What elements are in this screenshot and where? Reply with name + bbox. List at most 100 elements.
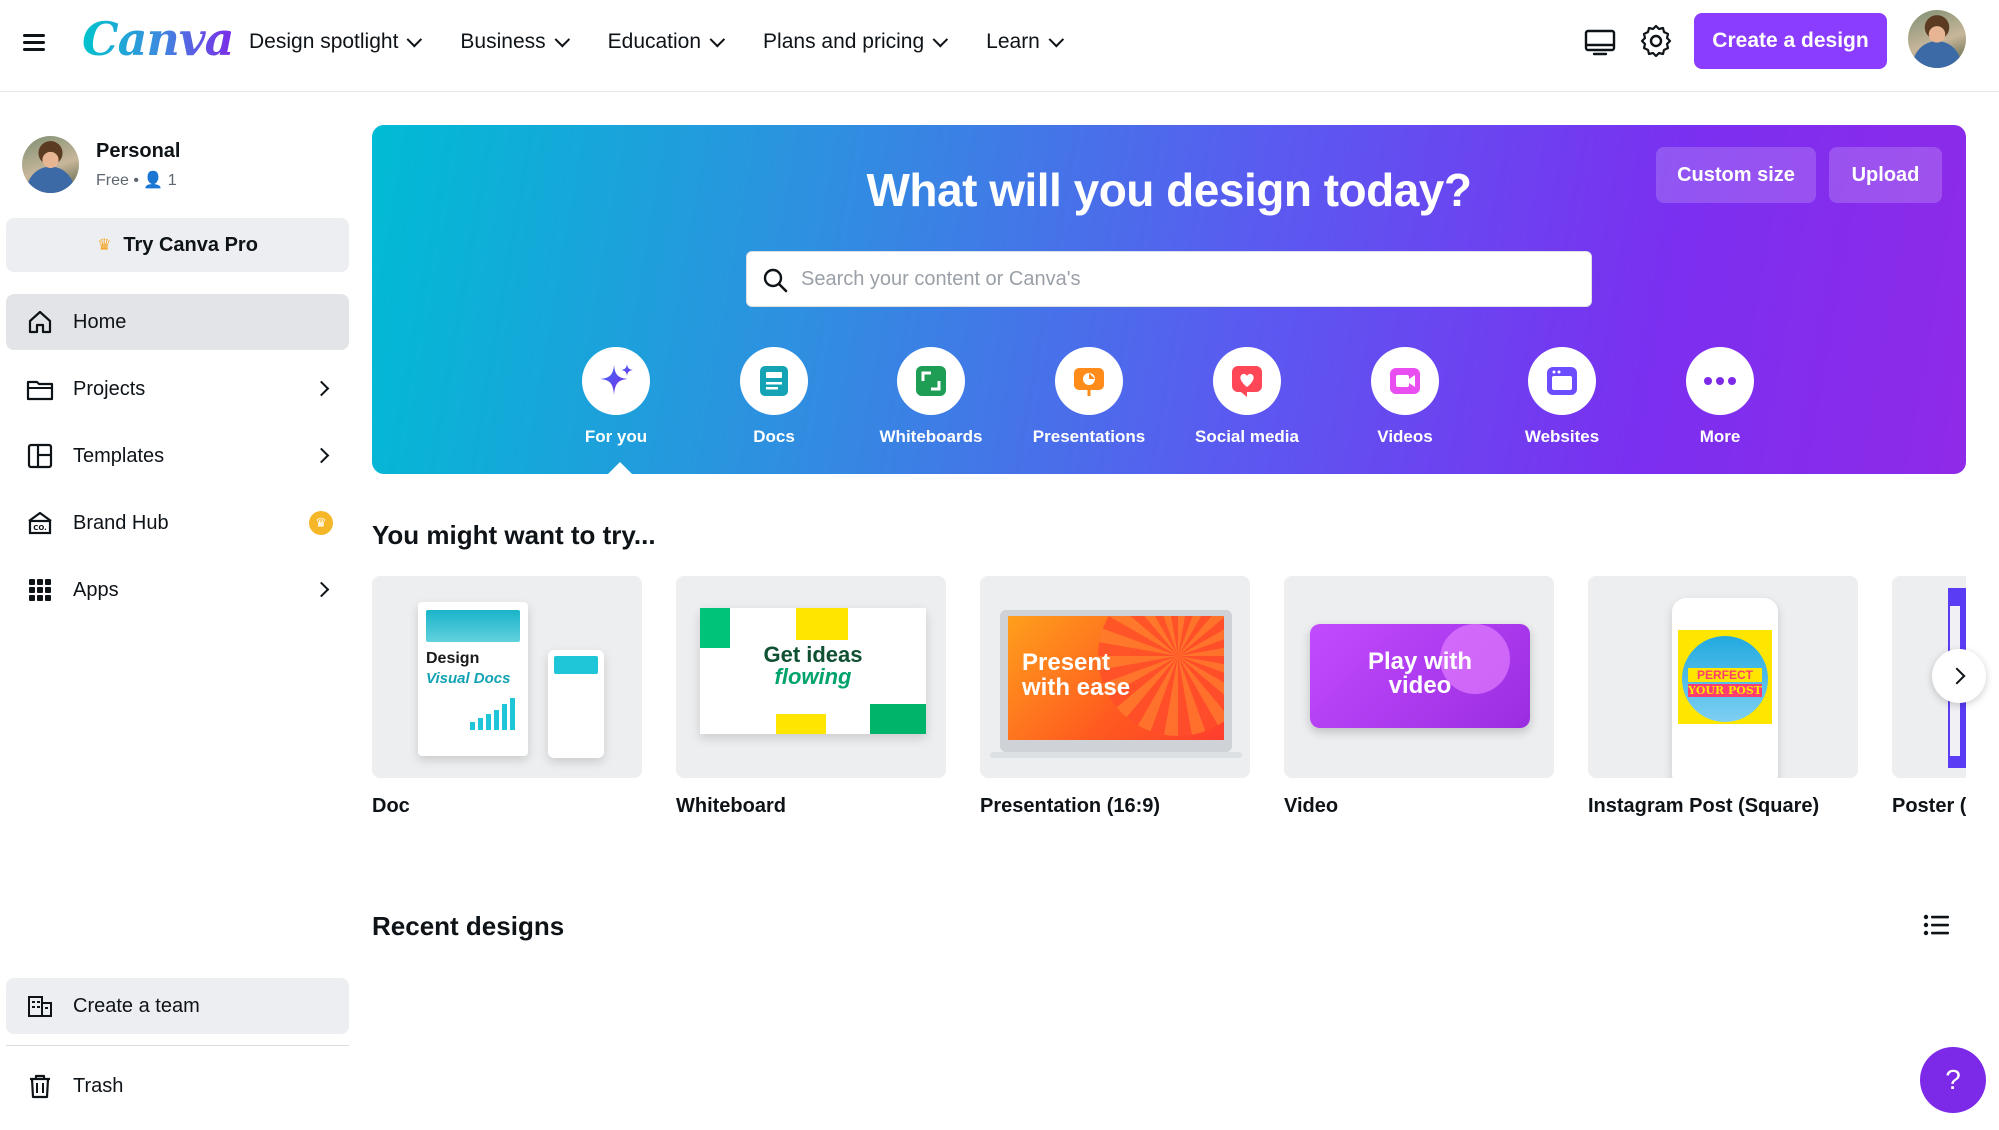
category-label: Social media bbox=[1195, 427, 1299, 446]
chevron-right-icon bbox=[313, 581, 330, 598]
sidebar-item-label: Home bbox=[73, 310, 127, 333]
nav-item-label: Business bbox=[460, 30, 546, 53]
chevron-right-icon bbox=[313, 380, 330, 397]
profile-plan: Free • 👤 1 bbox=[96, 172, 177, 189]
category-videos[interactable]: Videos bbox=[1335, 347, 1475, 447]
carousel-next-button[interactable] bbox=[1932, 649, 1986, 703]
nav-item-label: Plans and pricing bbox=[763, 30, 925, 53]
category-social-media[interactable]: Social media bbox=[1177, 347, 1317, 447]
card-label: Instagram Post (Square) bbox=[1588, 795, 1820, 817]
card-label: Whiteboard bbox=[676, 795, 786, 817]
nav-item-label: Learn bbox=[986, 30, 1040, 53]
active-category-indicator bbox=[608, 462, 632, 474]
folder-icon bbox=[26, 380, 54, 401]
card-presentation[interactable]: Present with ease Presentation (16:9) bbox=[980, 576, 1250, 818]
home-icon bbox=[28, 310, 52, 334]
apps-grid-icon bbox=[29, 579, 51, 601]
custom-size-button[interactable]: Custom size bbox=[1656, 147, 1816, 203]
category-label: For you bbox=[584, 427, 648, 446]
sidebar-item-templates[interactable]: Templates bbox=[6, 428, 349, 484]
team-building-icon bbox=[28, 996, 52, 1017]
sidebar-item-home[interactable]: Home bbox=[6, 294, 349, 350]
crown-icon: ♛ bbox=[97, 237, 112, 254]
card-art-subtitle: YOUR POST bbox=[1688, 684, 1762, 697]
card-video[interactable]: Play with video Video bbox=[1284, 576, 1554, 818]
try-section-title: You might want to try... bbox=[372, 520, 656, 550]
sidebar-item-projects[interactable]: Projects bbox=[6, 361, 349, 417]
svg-text:CO.: CO. bbox=[33, 524, 47, 532]
create-team-label: Create a team bbox=[73, 994, 200, 1017]
profile-name: Personal bbox=[96, 140, 181, 162]
nav-education[interactable]: Education bbox=[607, 30, 726, 54]
top-navbar: Canva Design spotlight Business Educatio… bbox=[0, 0, 1999, 92]
sidebar-item-trash[interactable]: Trash bbox=[6, 1058, 349, 1114]
category-label: Docs bbox=[753, 427, 795, 446]
card-art-subtitle: with ease bbox=[1022, 674, 1131, 701]
profile-switcher[interactable]: Personal Free • 👤 1 bbox=[22, 136, 342, 196]
card-art-title: Play with bbox=[1367, 648, 1473, 675]
avatar bbox=[22, 136, 79, 193]
category-label: Videos bbox=[1377, 427, 1433, 446]
avatar[interactable] bbox=[1908, 10, 1966, 68]
brand-hub-icon: CO. bbox=[28, 511, 52, 535]
card-art-title: Get ideas bbox=[763, 642, 863, 667]
nav-design-spotlight[interactable]: Design spotlight bbox=[249, 30, 423, 54]
category-more[interactable]: More bbox=[1650, 347, 1790, 447]
canva-logo[interactable]: Canva bbox=[82, 12, 234, 66]
card-art-title: Present bbox=[1022, 649, 1111, 676]
nav-plans-pricing[interactable]: Plans and pricing bbox=[763, 30, 949, 54]
category-for-you[interactable]: For you bbox=[546, 347, 686, 447]
nav-item-label: Education bbox=[607, 30, 702, 53]
category-label: Websites bbox=[1524, 427, 1600, 446]
nav-learn[interactable]: Learn bbox=[986, 30, 1064, 54]
help-button[interactable]: ? bbox=[1920, 1047, 1986, 1113]
category-docs[interactable]: Docs bbox=[704, 347, 844, 447]
sidebar-item-label: Brand Hub bbox=[73, 511, 169, 534]
heart-icon bbox=[1213, 347, 1281, 415]
crown-badge-icon: ♛ bbox=[309, 511, 333, 535]
menu-icon[interactable] bbox=[18, 26, 50, 58]
card-art-subtitle: video bbox=[1388, 672, 1452, 699]
category-label: Whiteboards bbox=[879, 427, 983, 446]
hero-banner: What will you design today? Custom size … bbox=[372, 125, 1966, 474]
desktop-app-icon[interactable] bbox=[1580, 22, 1620, 62]
category-label: More bbox=[1699, 427, 1741, 446]
card-art-subtitle: Visual Docs bbox=[426, 670, 511, 687]
card-thumbnail: Get ideas flowing bbox=[676, 576, 946, 778]
card-whiteboard[interactable]: Get ideas flowing Whiteboard bbox=[676, 576, 946, 818]
whiteboard-icon bbox=[897, 347, 965, 415]
category-whiteboards[interactable]: Whiteboards bbox=[861, 347, 1001, 447]
sidebar-item-apps[interactable]: Apps bbox=[6, 562, 349, 618]
category-presentations[interactable]: Presentations bbox=[1019, 347, 1159, 447]
card-art-title: PERFECT bbox=[1688, 668, 1762, 682]
presentation-icon bbox=[1055, 347, 1123, 415]
card-instagram-post[interactable]: PERFECT YOUR POST Instagram Post (Square… bbox=[1588, 576, 1858, 818]
gear-icon[interactable] bbox=[1636, 21, 1676, 61]
create-design-button[interactable]: Create a design bbox=[1694, 13, 1887, 69]
list-view-icon[interactable] bbox=[1920, 910, 1954, 944]
trash-icon bbox=[30, 1074, 50, 1099]
search-input[interactable] bbox=[801, 252, 1581, 306]
chevron-down-icon bbox=[932, 31, 949, 47]
chevron-down-icon bbox=[406, 31, 423, 47]
card-doc[interactable]: Design Visual Docs Doc bbox=[372, 576, 642, 818]
upload-button[interactable]: Upload bbox=[1829, 147, 1942, 203]
nav-item-label: Design spotlight bbox=[249, 30, 399, 53]
card-art-subtitle: flowing bbox=[774, 664, 852, 689]
card-art-title: Design bbox=[426, 650, 480, 667]
card-thumbnail: Present with ease bbox=[980, 576, 1250, 778]
search-bar bbox=[746, 251, 1592, 307]
nav-business[interactable]: Business bbox=[460, 30, 570, 54]
sidebar: Personal Free • 👤 1 ♛ Try Canva Pro Home… bbox=[0, 92, 356, 1130]
category-websites[interactable]: Websites bbox=[1492, 347, 1632, 447]
suggestion-cards: Design Visual Docs Doc Get ideas flowing bbox=[372, 576, 1966, 826]
category-label: Presentations bbox=[1032, 427, 1146, 446]
nav-menu: Design spotlight Business Education Plan… bbox=[249, 26, 1064, 58]
create-team-button[interactable]: Create a team bbox=[6, 978, 349, 1034]
chevron-right-icon bbox=[1948, 667, 1965, 685]
sidebar-item-brand-hub[interactable]: CO. Brand Hub ♛ bbox=[6, 495, 349, 551]
card-label: Video bbox=[1284, 795, 1339, 817]
trash-label: Trash bbox=[73, 1074, 124, 1097]
card-thumbnail: Play with video bbox=[1284, 576, 1554, 778]
try-canva-pro-button[interactable]: ♛ Try Canva Pro bbox=[6, 218, 349, 272]
